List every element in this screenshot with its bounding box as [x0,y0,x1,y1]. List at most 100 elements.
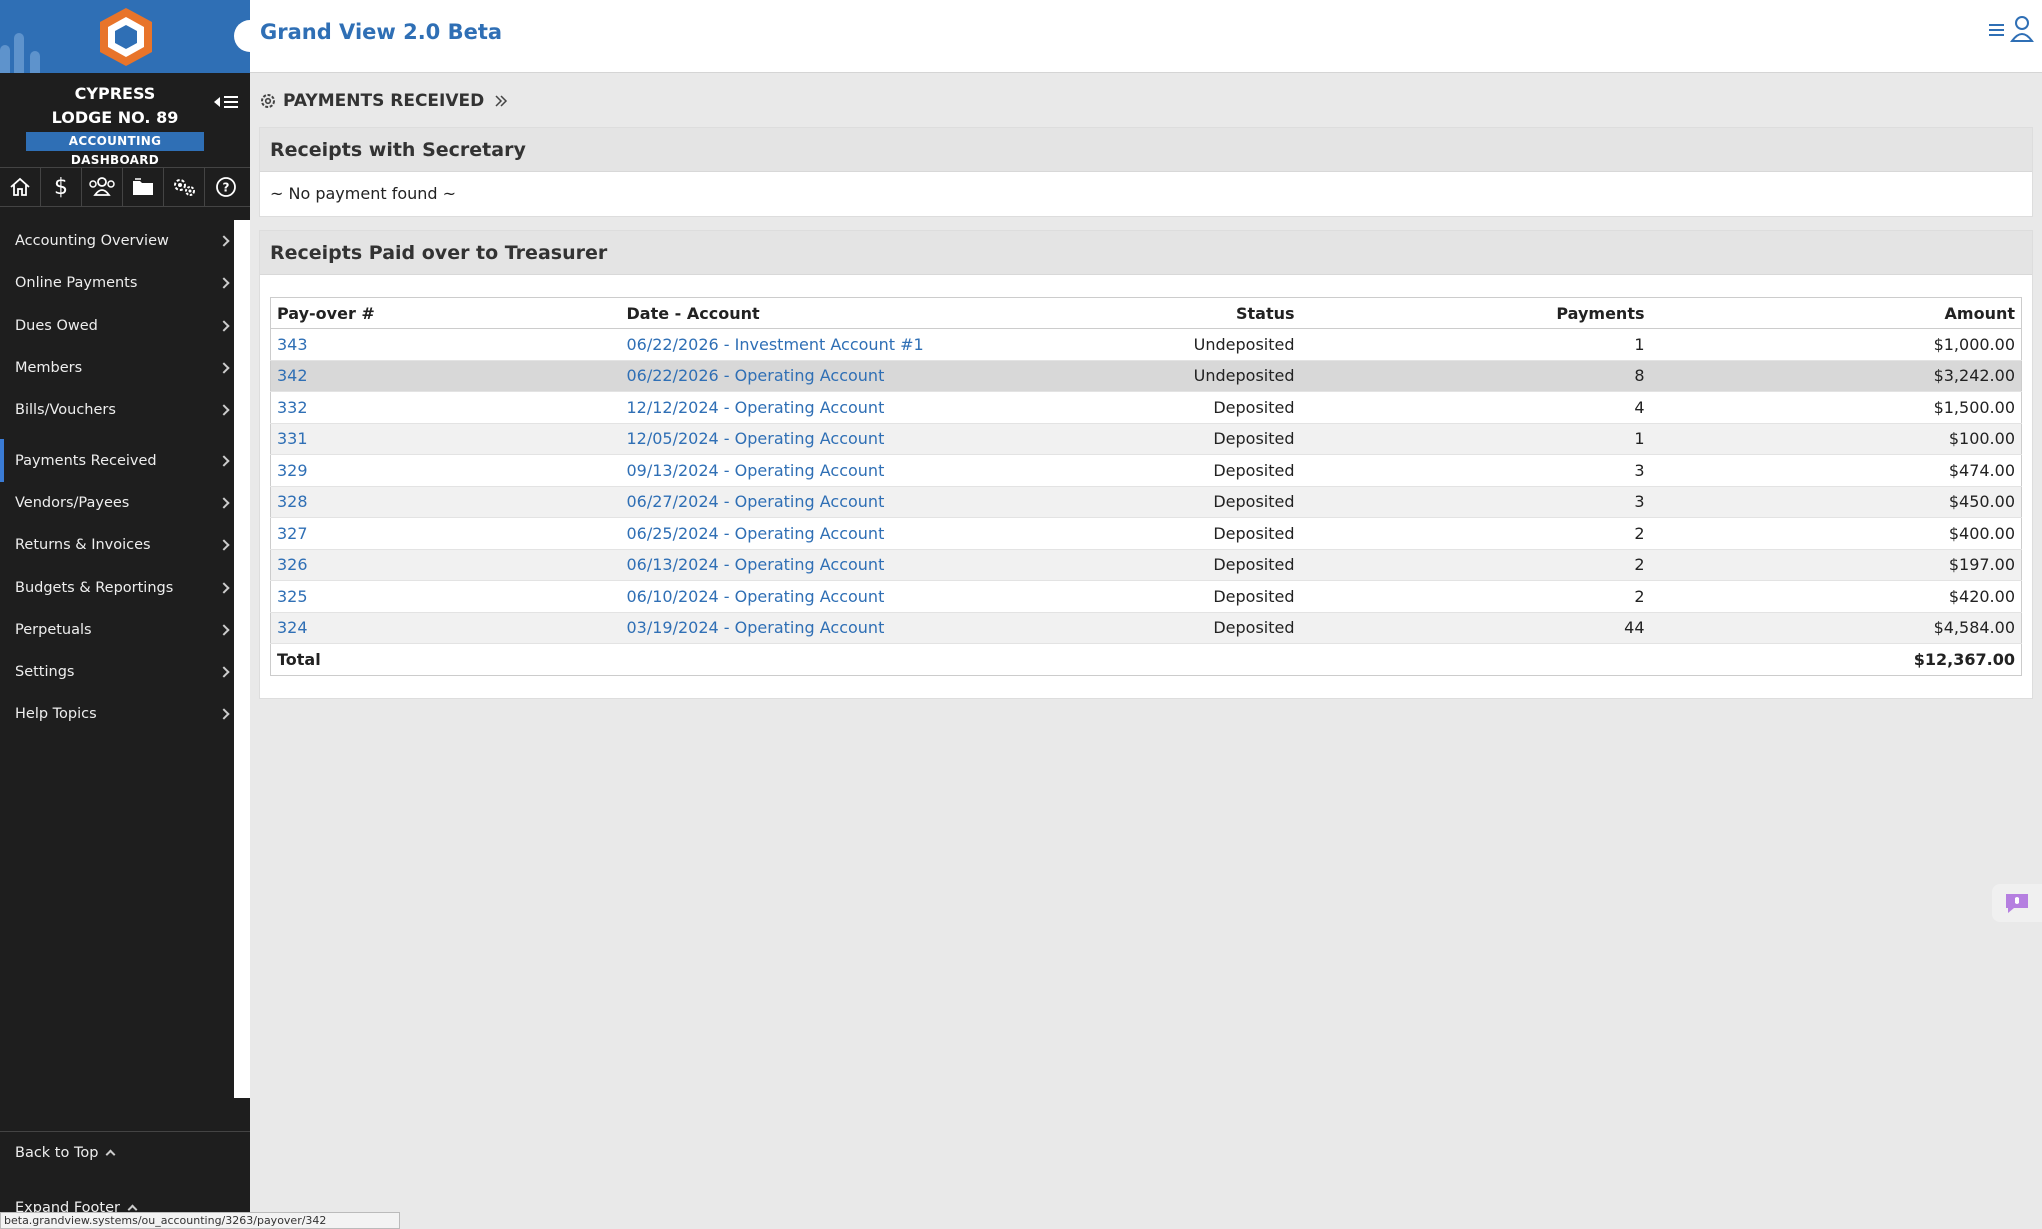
table-row[interactable]: 325 06/10/2024 - Operating Account Depos… [270,580,2022,612]
column-header-status[interactable]: Status [1100,297,1301,329]
help-icon[interactable]: ? [205,168,246,206]
feedback-chat-button[interactable] [1992,884,2042,922]
gear-icon [261,94,275,108]
payover-link[interactable]: 326 [277,555,308,574]
logo-area[interactable] [0,0,250,73]
payover-link[interactable]: 328 [277,492,308,511]
sidebar-item-payments-received[interactable]: Payments Received [0,439,234,482]
sidebar-item-settings[interactable]: Settings [0,651,234,693]
empty-message: ~ No payment found ~ [270,184,457,203]
sidebar-item-label: Payments Received [15,452,157,469]
sidebar-collapse-toggle[interactable] [214,92,244,116]
status-cell: Deposited [1100,580,1301,612]
payments-cell: 4 [1300,391,1651,423]
payments-cell: 2 [1300,548,1651,581]
sidebar-item-members[interactable]: Members [0,347,234,389]
lodge-logo-icon [100,8,152,66]
status-cell: Undeposited [1100,328,1301,360]
sidebar-item-label: Budgets & Reportings [15,579,174,596]
sidebar-item-label: Vendors/Payees [15,494,130,511]
dollar-icon[interactable]: $ [41,168,82,206]
payover-table: Pay-over # Date - Account Status Payment… [270,297,2022,676]
date-account-link[interactable]: 06/27/2024 - Operating Account [627,492,885,511]
table-row[interactable]: 331 12/05/2024 - Operating Account Depos… [270,422,2022,455]
sidebar-item-accounting-overview[interactable]: Accounting Overview [0,220,234,262]
top-bar: Grand View 2.0 Beta [234,0,2042,73]
lodge-name-line1: CYPRESS [74,84,156,103]
table-row[interactable]: 332 12/12/2024 - Operating Account Depos… [270,391,2022,423]
amount-cell: $197.00 [1650,548,2022,581]
payover-link[interactable]: 325 [277,587,308,606]
sidebar-item-online-payments[interactable]: Online Payments [0,262,234,304]
double-chevron-right-icon[interactable] [494,94,508,108]
column-header-payover[interactable]: Pay-over # [270,297,621,329]
date-account-link[interactable]: 06/13/2024 - Operating Account [627,555,885,574]
sidebar-item-budgets-reportings[interactable]: Budgets & Reportings [0,566,234,608]
back-to-top-label: Back to Top [15,1145,99,1161]
date-account-link[interactable]: 12/05/2024 - Operating Account [627,429,885,448]
date-account-link[interactable]: 06/10/2024 - Operating Account [627,587,885,606]
menu-icon[interactable] [1988,20,2006,38]
chevron-up-icon [105,1149,116,1160]
amount-cell: $100.00 [1650,422,2022,455]
payover-link[interactable]: 332 [277,398,308,417]
sidebar-item-help-topics[interactable]: Help Topics [0,693,234,735]
folder-icon[interactable] [123,168,164,206]
table-row[interactable]: 324 03/19/2024 - Operating Account Depos… [270,611,2022,644]
chevron-right-icon [218,539,230,551]
sidebar-item-vendors-payees[interactable]: Vendors/Payees [0,482,234,524]
status-cell: Deposited [1100,611,1301,644]
date-account-link[interactable]: 06/22/2026 - Operating Account [627,366,885,385]
date-account-link[interactable]: 06/22/2026 - Investment Account #1 [627,335,924,354]
payments-cell: 1 [1300,422,1651,455]
total-amount: $12,367.00 [1650,643,2022,675]
payover-link[interactable]: 343 [277,335,308,354]
table-row[interactable]: 326 06/13/2024 - Operating Account Depos… [270,548,2022,581]
table-row[interactable]: 328 06/27/2024 - Operating Account Depos… [270,485,2022,518]
page-title-text: PAYMENTS RECEIVED [283,91,485,111]
chevron-right-icon [218,666,230,678]
column-header-amount[interactable]: Amount [1650,297,2022,329]
amount-cell: $474.00 [1650,454,2022,486]
sidebar-item-perpetuals[interactable]: Perpetuals [0,609,234,651]
date-account-link[interactable]: 06/25/2024 - Operating Account [627,524,885,543]
column-header-payments[interactable]: Payments [1300,297,1651,329]
amount-cell: $1,500.00 [1650,391,2022,423]
sidebar-item-bills-vouchers[interactable]: Bills/Vouchers [0,389,234,431]
home-icon[interactable] [0,168,41,206]
payover-link[interactable]: 342 [277,366,308,385]
chevron-right-icon [218,624,230,636]
sidebar-footer-divider [0,1131,250,1132]
date-account-link[interactable]: 03/19/2024 - Operating Account [627,618,885,637]
table-row[interactable]: 342 06/22/2026 - Operating Account Undep… [270,359,2022,392]
app-title[interactable]: Grand View 2.0 Beta [260,20,502,44]
back-to-top-link[interactable]: Back to Top [15,1145,116,1161]
date-account-link[interactable]: 09/13/2024 - Operating Account [627,461,885,480]
payover-link[interactable]: 324 [277,618,308,637]
sidebar-item-dues-owed[interactable]: Dues Owed [0,305,234,347]
amount-cell: $450.00 [1650,485,2022,518]
panel-title: Receipts with Secretary [260,128,2032,172]
members-icon[interactable] [82,168,123,206]
payover-link[interactable]: 329 [277,461,308,480]
payover-link[interactable]: 331 [277,429,308,448]
chevron-right-icon [218,404,230,416]
table-row[interactable]: 343 06/22/2026 - Investment Account #1 U… [270,328,2022,360]
amount-cell: $3,242.00 [1650,359,2022,392]
gears-icon[interactable] [164,168,205,206]
table-total-row: Total $12,367.00 [270,643,2022,675]
table-row[interactable]: 327 06/25/2024 - Operating Account Depos… [270,517,2022,549]
user-icon[interactable] [2010,15,2034,43]
column-header-date-account[interactable]: Date - Account [620,297,1101,329]
payover-link[interactable]: 327 [277,524,308,543]
sidebar-icon-bar: $ ? [0,167,250,207]
amount-cell: $1,000.00 [1650,328,2022,360]
table-row[interactable]: 329 09/13/2024 - Operating Account Depos… [270,454,2022,486]
date-account-link[interactable]: 12/12/2024 - Operating Account [627,398,885,417]
sidebar-item-returns-invoices[interactable]: Returns & Invoices [0,524,234,566]
status-cell: Deposited [1100,517,1301,549]
sidebar-scrollbar[interactable] [234,220,250,1098]
chevron-right-icon [218,454,230,467]
status-cell: Undeposited [1100,359,1301,392]
payments-cell: 2 [1300,517,1651,549]
